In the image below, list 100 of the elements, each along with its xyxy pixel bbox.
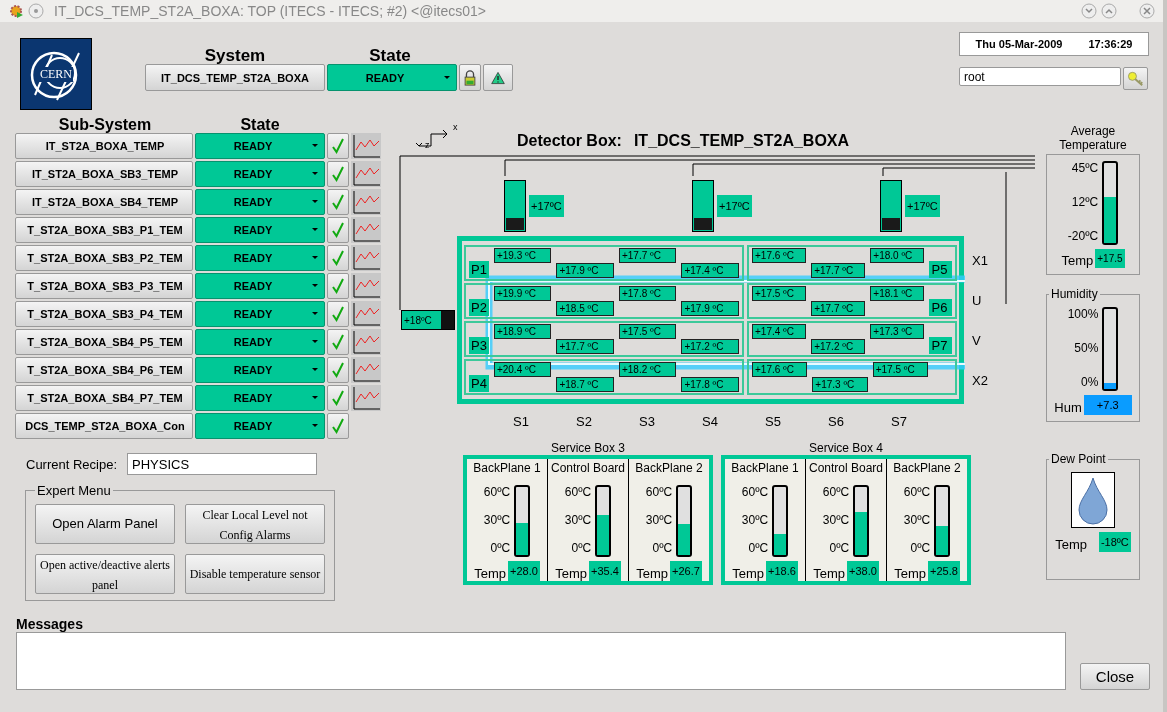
state-dropdown[interactable]: READY	[195, 301, 325, 327]
subsystem-button[interactable]: IT_ST2A_BOXA_SB4_TEMP	[15, 189, 193, 215]
scale-label: 0%	[1080, 375, 1099, 389]
subsystem-button[interactable]: T_ST2A_BOXA_SB3_P1_TEM	[15, 217, 193, 243]
sensor-reading: +18.7 ºC	[556, 377, 614, 392]
temperature-reading: +17.5	[1095, 249, 1125, 268]
humidity-reading: +7.3	[1083, 395, 1132, 415]
status-button[interactable]	[327, 273, 349, 299]
status-button[interactable]	[327, 329, 349, 355]
row-label: X1	[972, 252, 988, 268]
menu-button[interactable]: Open Alarm Panel	[35, 504, 175, 544]
state-dropdown[interactable]: READY	[327, 64, 457, 91]
state-dropdown[interactable]: READY	[195, 273, 325, 299]
recipe-field[interactable]: PHYSICS	[127, 453, 318, 475]
temperature-reading: +38.0	[846, 561, 879, 581]
sensor-reading: +17.3 ºC	[870, 324, 925, 339]
caret-icon	[312, 340, 318, 343]
menu-button[interactable]: Open active/deactive alerts panel	[35, 554, 175, 594]
trend-chart-icon[interactable]	[351, 357, 381, 383]
caret-icon	[312, 312, 318, 315]
subsystem-button[interactable]: T_ST2A_BOXA_SB3_P3_TEM	[15, 273, 193, 299]
state-dropdown[interactable]: READY	[195, 329, 325, 355]
plane-tag: P5	[929, 261, 952, 278]
system-button[interactable]: IT_DCS_TEMP_ST2A_BOXA	[145, 64, 325, 91]
close-button[interactable]: Close	[1080, 663, 1150, 690]
caret-icon	[312, 256, 318, 259]
trend-chart-icon[interactable]	[351, 189, 381, 215]
status-button[interactable]	[327, 357, 349, 383]
state-dropdown[interactable]: READY	[195, 189, 325, 215]
subsystem-button[interactable]: T_ST2A_BOXA_SB4_P5_TEM	[15, 329, 193, 355]
scale-label: 60ºC	[822, 485, 850, 499]
sensor-reading: +17.7 ºC	[556, 339, 614, 354]
alarm-button[interactable]	[483, 64, 513, 91]
trend-chart-icon[interactable]	[351, 301, 381, 327]
close-icon[interactable]	[1139, 3, 1155, 19]
gear-icon[interactable]	[8, 3, 24, 19]
temperature-reading: +26.7	[669, 561, 702, 581]
minimize-icon[interactable]	[1081, 3, 1097, 19]
menu-button[interactable]: Disable temperature sensor	[185, 554, 325, 594]
login-button[interactable]	[1123, 67, 1148, 90]
menu-button[interactable]: Clear Local Level not Config Alarms	[185, 504, 325, 544]
trend-chart-icon[interactable]	[351, 161, 381, 187]
state-dropdown[interactable]: READY	[195, 413, 325, 439]
messages-area[interactable]	[16, 632, 1066, 690]
column-label: S6	[828, 414, 845, 429]
sensor-reading: +17.8 ºC	[681, 377, 739, 392]
logo-text: CERN	[39, 66, 73, 82]
subsystem-button[interactable]: IT_ST2A_BOXA_SB3_TEMP	[15, 161, 193, 187]
temperature-reading: +28.0	[507, 561, 540, 581]
state-dropdown[interactable]: READY	[195, 245, 325, 271]
status-button[interactable]	[327, 217, 349, 243]
scale-label: 50%	[1073, 341, 1099, 355]
trend-chart-icon[interactable]	[351, 133, 381, 159]
scale-label: 60ºC	[645, 485, 673, 499]
recipe-label: Current Recipe:	[26, 456, 118, 472]
status-button[interactable]	[327, 385, 349, 411]
status-button[interactable]	[327, 189, 349, 215]
subsystem-button[interactable]: IT_ST2A_BOXA_TEMP	[15, 133, 193, 159]
subsystem-button[interactable]: T_ST2A_BOXA_SB4_P7_TEM	[15, 385, 193, 411]
trend-chart-icon[interactable]	[351, 217, 381, 243]
caret-icon	[312, 396, 318, 399]
scale-label: 60ºC	[903, 485, 931, 499]
service-box-title: Service Box 4	[808, 441, 883, 455]
status-button[interactable]	[327, 133, 349, 159]
key-icon	[1126, 70, 1145, 87]
reading-label: Temp	[555, 566, 587, 581]
user-field[interactable]: root	[959, 67, 1121, 86]
sensor-reading: +18.5 ºC	[556, 301, 614, 316]
state-dropdown[interactable]: READY	[195, 357, 325, 383]
trend-chart-icon[interactable]	[351, 273, 381, 299]
detector-title: Detector Box:	[517, 132, 622, 150]
board-title: BackPlane 2	[893, 461, 961, 475]
sensor-reading: +17.6 ºC	[752, 248, 807, 263]
sensor-reading: +19.3 ºC	[493, 248, 552, 263]
trend-chart-icon[interactable]	[351, 385, 381, 411]
column-header: State	[239, 118, 281, 131]
status-button[interactable]	[327, 161, 349, 187]
lock-button[interactable]	[459, 64, 481, 91]
status-button[interactable]	[327, 413, 349, 439]
state-dropdown[interactable]: READY	[195, 385, 325, 411]
lock-icon	[463, 69, 477, 86]
state-dropdown[interactable]: READY	[195, 161, 325, 187]
subsystem-button[interactable]: T_ST2A_BOXA_SB3_P4_TEM	[15, 301, 193, 327]
status-button[interactable]	[327, 245, 349, 271]
maximize-icon[interactable]	[1101, 3, 1117, 19]
state-dropdown[interactable]: READY	[195, 133, 325, 159]
trend-chart-icon[interactable]	[351, 245, 381, 271]
scale-label: 0ºC	[570, 541, 592, 555]
scale-label: 60ºC	[483, 485, 511, 499]
subsystem-button[interactable]: DCS_TEMP_ST2A_BOXA_Con	[15, 413, 193, 439]
scale-label: 0ºC	[651, 541, 673, 555]
sensor-reading: +17.7 ºC	[811, 263, 866, 278]
trend-chart-icon[interactable]	[351, 329, 381, 355]
subsystem-button[interactable]: T_ST2A_BOXA_SB3_P2_TEM	[15, 245, 193, 271]
date-text: Thu 05-Mar-2009	[975, 38, 1063, 50]
state-dropdown[interactable]: READY	[195, 217, 325, 243]
sensor-reading: +18.9 ºC	[493, 324, 552, 339]
status-button[interactable]	[327, 301, 349, 327]
subsystem-button[interactable]: T_ST2A_BOXA_SB4_P6_TEM	[15, 357, 193, 383]
board-title: Control Board	[808, 461, 883, 475]
